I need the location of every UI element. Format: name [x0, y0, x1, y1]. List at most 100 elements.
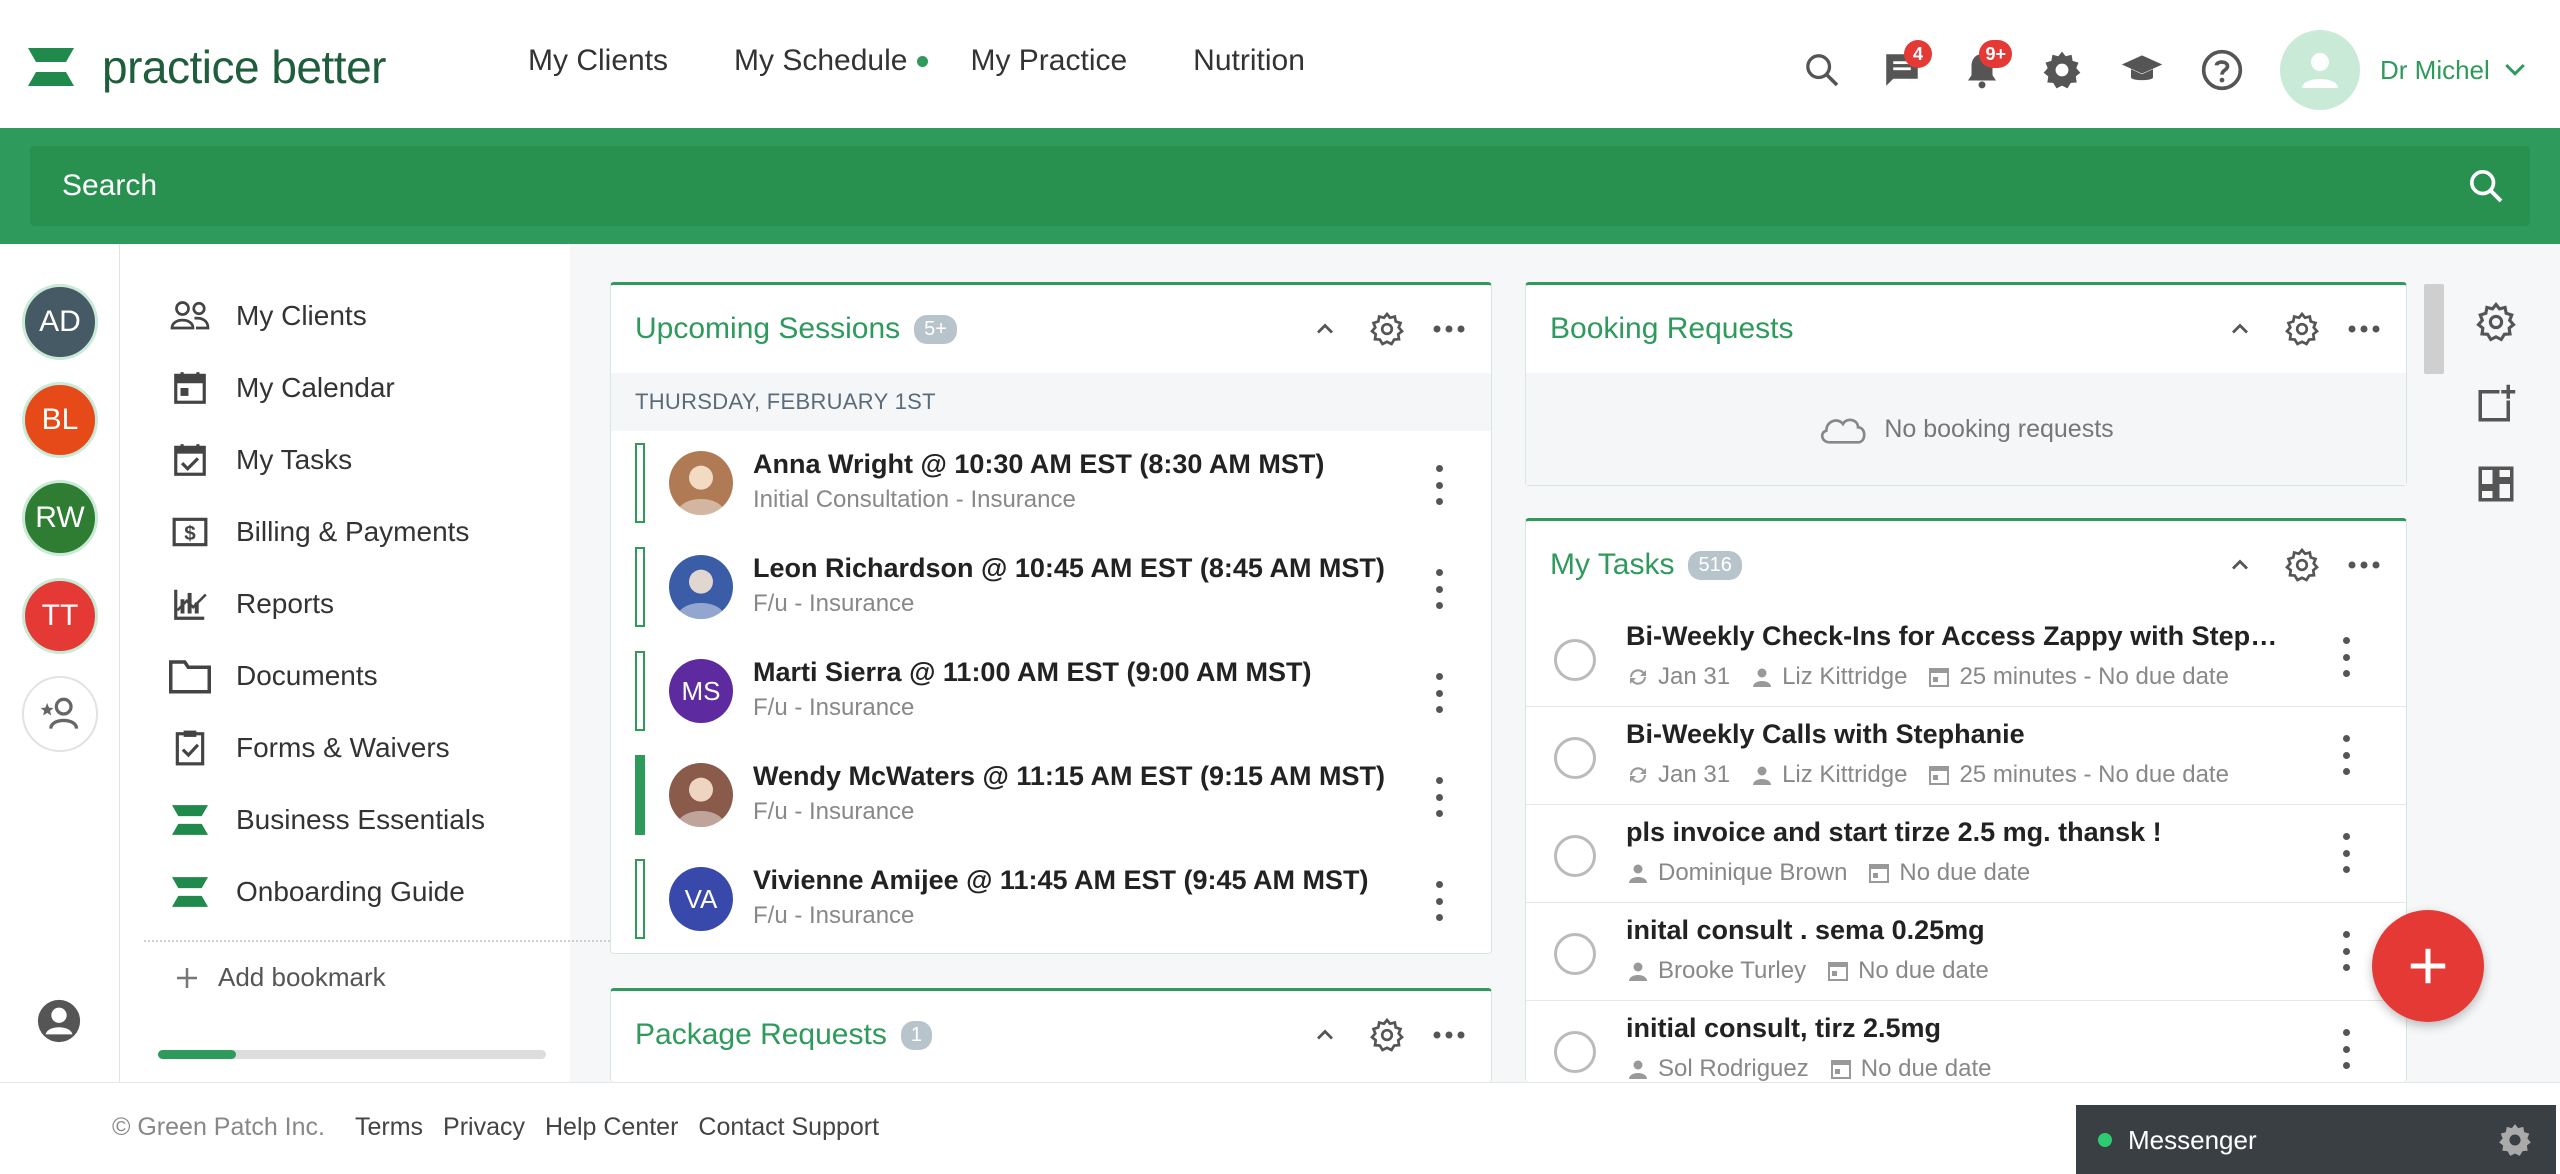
user-menu[interactable]: Dr Michel: [2380, 55, 2530, 86]
sidebar-item-my-calendar[interactable]: My Calendar: [168, 366, 395, 410]
task-title[interactable]: Bi-Weekly Check-Ins for Access Zappy wit…: [1626, 621, 2286, 652]
panel-settings-gear-icon[interactable]: [2278, 307, 2326, 351]
sidebar-item-forms[interactable]: Forms & Waivers: [168, 726, 450, 770]
collapse-chevron-up-icon[interactable]: [2216, 543, 2264, 587]
global-search-input[interactable]: [30, 146, 2430, 226]
messenger-settings-gear-icon[interactable]: [2496, 1121, 2534, 1159]
task-row[interactable]: inital consult . sema 0.25mg Brooke Turle…: [1526, 903, 2406, 1001]
footer-link-privacy[interactable]: Privacy: [443, 1113, 525, 1142]
collapse-chevron-up-icon[interactable]: [2216, 307, 2264, 351]
messenger-bar[interactable]: Messenger: [2076, 1105, 2556, 1174]
task-complete-checkbox[interactable]: [1554, 737, 1596, 779]
add-bookmark-button[interactable]: Add bookmark: [172, 962, 386, 993]
task-title[interactable]: pls invoice and start tirze 2.5 mg. than…: [1626, 817, 2286, 848]
client-avatar-bl[interactable]: BL: [22, 382, 98, 458]
nav-nutrition[interactable]: Nutrition: [1193, 44, 1305, 78]
panel-settings-gear-icon[interactable]: [1363, 307, 1411, 351]
session-row[interactable]: MS Marti Sierra @ 11:00 AM EST (9:00 AM M…: [611, 639, 1491, 743]
more-vertical-icon[interactable]: [1427, 569, 1451, 609]
client-avatar[interactable]: [669, 555, 733, 619]
session-title[interactable]: Marti Sierra @ 11:00 AM EST (9:00 AM MST…: [753, 657, 1311, 688]
panel-settings-gear-icon[interactable]: [1363, 1013, 1411, 1057]
client-avatar[interactable]: [669, 451, 733, 515]
more-vertical-icon[interactable]: [1427, 673, 1451, 713]
session-row[interactable]: VA Vivienne Amijee @ 11:45 AM EST (9:45 A…: [611, 847, 1491, 951]
dashboard-settings-gear-icon[interactable]: [2470, 296, 2522, 348]
more-horizontal-icon[interactable]: [2340, 307, 2388, 351]
panel-settings-gear-icon[interactable]: [2278, 543, 2326, 587]
client-avatar-rw[interactable]: RW: [22, 480, 98, 556]
client-avatar[interactable]: MS: [669, 659, 733, 723]
more-vertical-icon[interactable]: [1427, 465, 1451, 505]
client-avatar-ad[interactable]: AD: [22, 284, 98, 360]
session-title[interactable]: Anna Wright @ 10:30 AM EST (8:30 AM MST): [753, 449, 1324, 480]
task-title[interactable]: initial consult, tirz 2.5mg: [1626, 1013, 2286, 1044]
sidebar-item-reports[interactable]: Reports: [168, 582, 334, 626]
task-title[interactable]: inital consult . sema 0.25mg: [1626, 915, 2286, 946]
task-row[interactable]: Bi-Weekly Calls with Stephanie Jan 31 Liz …: [1526, 707, 2406, 805]
footer-link-help-center[interactable]: Help Center: [545, 1113, 678, 1142]
footer-link-contact-support[interactable]: Contact Support: [698, 1113, 879, 1142]
more-vertical-icon[interactable]: [2334, 637, 2358, 677]
panel-title[interactable]: Package Requests: [635, 1018, 887, 1052]
nav-my-clients[interactable]: My Clients: [528, 44, 668, 78]
help-icon[interactable]: [2190, 38, 2254, 102]
notifications-icon[interactable]: 9+: [1950, 38, 2014, 102]
session-row[interactable]: Leon Richardson @ 10:45 AM EST (8:45 AM …: [611, 535, 1491, 639]
client-avatar[interactable]: VA: [669, 867, 733, 931]
collapse-chevron-up-icon[interactable]: [1301, 307, 1349, 351]
session-row[interactable]: Wendy McWaters @ 11:15 AM EST (9:15 AM M…: [611, 743, 1491, 847]
footer-link-terms[interactable]: Terms: [355, 1113, 423, 1142]
add-widget-icon[interactable]: [2470, 378, 2522, 430]
session-row[interactable]: Anna Wright @ 10:30 AM EST (8:30 AM MST)…: [611, 431, 1491, 535]
messages-icon[interactable]: 4: [1870, 38, 1934, 102]
nav-my-practice[interactable]: My Practice: [970, 44, 1127, 78]
add-client-icon[interactable]: [22, 676, 98, 752]
task-complete-checkbox[interactable]: [1554, 835, 1596, 877]
panel-title[interactable]: Booking Requests: [1550, 312, 1794, 346]
sidebar-item-documents[interactable]: Documents: [168, 654, 378, 698]
nav-my-schedule[interactable]: My Schedule: [734, 44, 929, 78]
client-avatar[interactable]: [669, 763, 733, 827]
sidebar-item-billing[interactable]: $ Billing & Payments: [168, 510, 469, 554]
graduation-cap-icon[interactable]: [2110, 38, 2174, 102]
account-circle-icon[interactable]: [36, 998, 82, 1049]
task-complete-checkbox[interactable]: [1554, 639, 1596, 681]
page-scrollbar-thumb[interactable]: [2424, 284, 2444, 374]
more-horizontal-icon[interactable]: [1425, 307, 1473, 351]
sidebar-item-business-essentials[interactable]: Business Essentials: [168, 798, 485, 842]
task-row[interactable]: initial consult, tirz 2.5mg Sol Rodriguez…: [1526, 1001, 2406, 1082]
session-title[interactable]: Wendy McWaters @ 11:15 AM EST (9:15 AM M…: [753, 761, 1385, 792]
more-vertical-icon[interactable]: [2334, 833, 2358, 873]
brand-logo[interactable]: practice better: [28, 40, 386, 94]
more-vertical-icon[interactable]: [2334, 1029, 2358, 1069]
task-row[interactable]: pls invoice and start tirze 2.5 mg. than…: [1526, 805, 2406, 903]
dashboard-layout-icon[interactable]: [2470, 458, 2522, 510]
sidebar-item-label: Documents: [236, 660, 378, 691]
task-complete-checkbox[interactable]: [1554, 933, 1596, 975]
client-avatar-tt[interactable]: TT: [22, 578, 98, 654]
task-complete-checkbox[interactable]: [1554, 1031, 1596, 1073]
logo-icon: [168, 870, 212, 914]
search-icon[interactable]: [1790, 38, 1854, 102]
sidebar-item-onboarding-guide[interactable]: Onboarding Guide: [168, 870, 465, 914]
more-vertical-icon[interactable]: [1427, 777, 1451, 817]
more-horizontal-icon[interactable]: [2340, 543, 2388, 587]
user-avatar[interactable]: [2280, 30, 2360, 110]
more-vertical-icon[interactable]: [2334, 931, 2358, 971]
more-vertical-icon[interactable]: [1427, 881, 1451, 921]
session-title[interactable]: Vivienne Amijee @ 11:45 AM EST (9:45 AM …: [753, 865, 1369, 896]
search-submit-icon[interactable]: [2462, 162, 2510, 210]
panel-title[interactable]: Upcoming Sessions: [635, 312, 900, 346]
task-row[interactable]: Bi-Weekly Check-Ins for Access Zappy wit…: [1526, 609, 2406, 707]
collapse-chevron-up-icon[interactable]: [1301, 1013, 1349, 1057]
panel-title[interactable]: My Tasks: [1550, 548, 1674, 582]
sidebar-item-my-tasks[interactable]: My Tasks: [168, 438, 352, 482]
task-title[interactable]: Bi-Weekly Calls with Stephanie: [1626, 719, 2286, 750]
session-title[interactable]: Leon Richardson @ 10:45 AM EST (8:45 AM …: [753, 553, 1385, 584]
sidebar-item-my-clients[interactable]: My Clients: [168, 294, 367, 338]
more-horizontal-icon[interactable]: [1425, 1013, 1473, 1057]
more-vertical-icon[interactable]: [2334, 735, 2358, 775]
settings-gear-icon[interactable]: [2030, 38, 2094, 102]
add-fab-button[interactable]: [2372, 910, 2484, 1022]
